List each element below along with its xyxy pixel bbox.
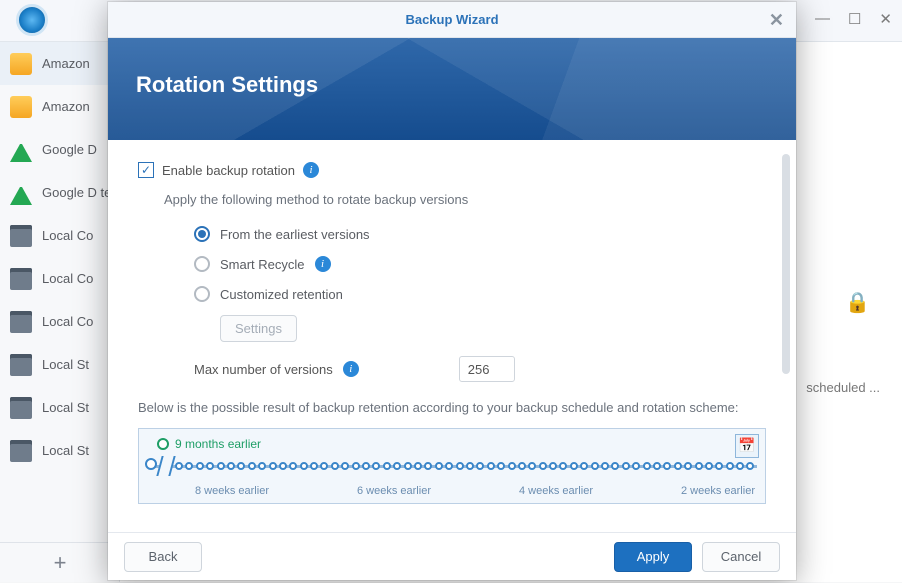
timeline-earliest-label: 9 months earlier — [157, 437, 261, 451]
enable-rotation-checkbox[interactable]: ✓ — [138, 162, 154, 178]
sidebar-item-label: Local St — [42, 357, 89, 372]
radio-customized[interactable] — [194, 286, 210, 302]
dialog-close-button[interactable]: ✕ — [769, 2, 784, 38]
radio-earliest-label: From the earliest versions — [220, 227, 370, 242]
lock-icon[interactable]: 🔒 — [845, 290, 870, 315]
radio-smart-recycle[interactable] — [194, 256, 210, 272]
max-versions-input[interactable] — [459, 356, 515, 382]
apply-button[interactable]: Apply — [614, 542, 692, 572]
sidebar-item-local-2[interactable]: Local Co — [0, 257, 119, 300]
local-storage-icon — [10, 225, 32, 247]
scrollbar-thumb[interactable] — [782, 154, 790, 374]
sidebar-item-label: Amazon — [42, 99, 90, 114]
dialog-banner: Rotation Settings — [108, 38, 796, 140]
add-task-button[interactable]: + — [0, 542, 120, 582]
local-storage-icon — [10, 268, 32, 290]
customized-settings-button: Settings — [220, 315, 297, 342]
max-versions-label: Max number of versions — [194, 362, 333, 377]
local-storage-icon — [10, 311, 32, 333]
window-minimize[interactable]: — — [815, 10, 830, 28]
info-icon[interactable]: i — [343, 361, 359, 377]
sidebar-item-label: Amazon — [42, 56, 90, 71]
sidebar-item-googledrive-2[interactable]: Google D test — [0, 171, 119, 214]
radio-customized-label: Customized retention — [220, 287, 343, 302]
info-icon[interactable]: i — [303, 162, 319, 178]
sidebar-item-label: Local Co — [42, 271, 93, 286]
backup-wizard-dialog: Backup Wizard ✕ Rotation Settings ✓ Enab… — [108, 2, 796, 580]
sidebar-item-amazon-1[interactable]: Amazon — [0, 42, 119, 85]
timeline-tick: 4 weeks earlier — [519, 485, 593, 497]
window-maximize[interactable]: ☐ — [848, 10, 861, 28]
back-button[interactable]: Back — [124, 542, 202, 572]
info-icon[interactable]: i — [315, 256, 331, 272]
dialog-titlebar: Backup Wizard ✕ — [108, 2, 796, 38]
dialog-body: ✓ Enable backup rotation i Apply the fol… — [108, 140, 796, 532]
dialog-footer: Back Apply Cancel — [108, 532, 796, 580]
timeline-break — [156, 456, 175, 476]
schedule-text: scheduled ... — [806, 380, 880, 395]
googledrive-icon — [10, 140, 32, 162]
local-storage-icon — [10, 354, 32, 376]
sidebar-item-local-1[interactable]: Local Co — [0, 214, 119, 257]
sidebar-item-label: Local St — [42, 443, 89, 458]
sidebar-item-googledrive-1[interactable]: Google D — [0, 128, 119, 171]
banner-title: Rotation Settings — [136, 72, 796, 98]
timeline-tick: 6 weeks earlier — [357, 485, 431, 497]
s3-icon — [10, 96, 32, 118]
timeline-tick: 2 weeks earlier — [681, 485, 755, 497]
sidebar-item-local-3[interactable]: Local Co — [0, 300, 119, 343]
dialog-title: Backup Wizard — [405, 12, 498, 27]
local-storage-icon — [10, 440, 32, 462]
sidebar-item-label: Google D — [42, 142, 97, 157]
sidebar-item-label: Local St — [42, 400, 89, 415]
rotation-method-caption: Apply the following method to rotate bac… — [164, 192, 766, 207]
sidebar-item-amazon-2[interactable]: Amazon — [0, 85, 119, 128]
sidebar-item-local-4[interactable]: Local St — [0, 343, 119, 386]
cancel-button[interactable]: Cancel — [702, 542, 780, 572]
timeline-start-dot — [145, 458, 157, 470]
radio-earliest[interactable] — [194, 226, 210, 242]
retention-timeline: 📅 9 months earlier 8 weeks earlier 6 wee… — [138, 428, 766, 504]
window-close[interactable]: ✕ — [879, 10, 892, 28]
sidebar-item-local-5[interactable]: Local St — [0, 386, 119, 429]
timeline-tick: 8 weeks earlier — [195, 485, 269, 497]
local-storage-icon — [10, 397, 32, 419]
radio-smart-recycle-label: Smart Recycle — [220, 257, 305, 272]
sidebar-item-local-6[interactable]: Local St — [0, 429, 119, 472]
s3-icon — [10, 53, 32, 75]
timeline-tick-labels: 8 weeks earlier 6 weeks earlier 4 weeks … — [195, 485, 755, 497]
sidebar-item-label: Local Co — [42, 314, 93, 329]
calendar-icon[interactable]: 📅 — [735, 434, 759, 458]
enable-rotation-label: Enable backup rotation — [162, 163, 295, 178]
retention-caption: Below is the possible result of backup r… — [138, 398, 766, 418]
app-logo — [16, 4, 48, 36]
timeline-dots — [175, 459, 755, 473]
sidebar-item-label: Local Co — [42, 228, 93, 243]
googledrive-icon — [10, 183, 32, 205]
task-sidebar: Amazon Amazon Google D Google D test Loc… — [0, 42, 120, 582]
